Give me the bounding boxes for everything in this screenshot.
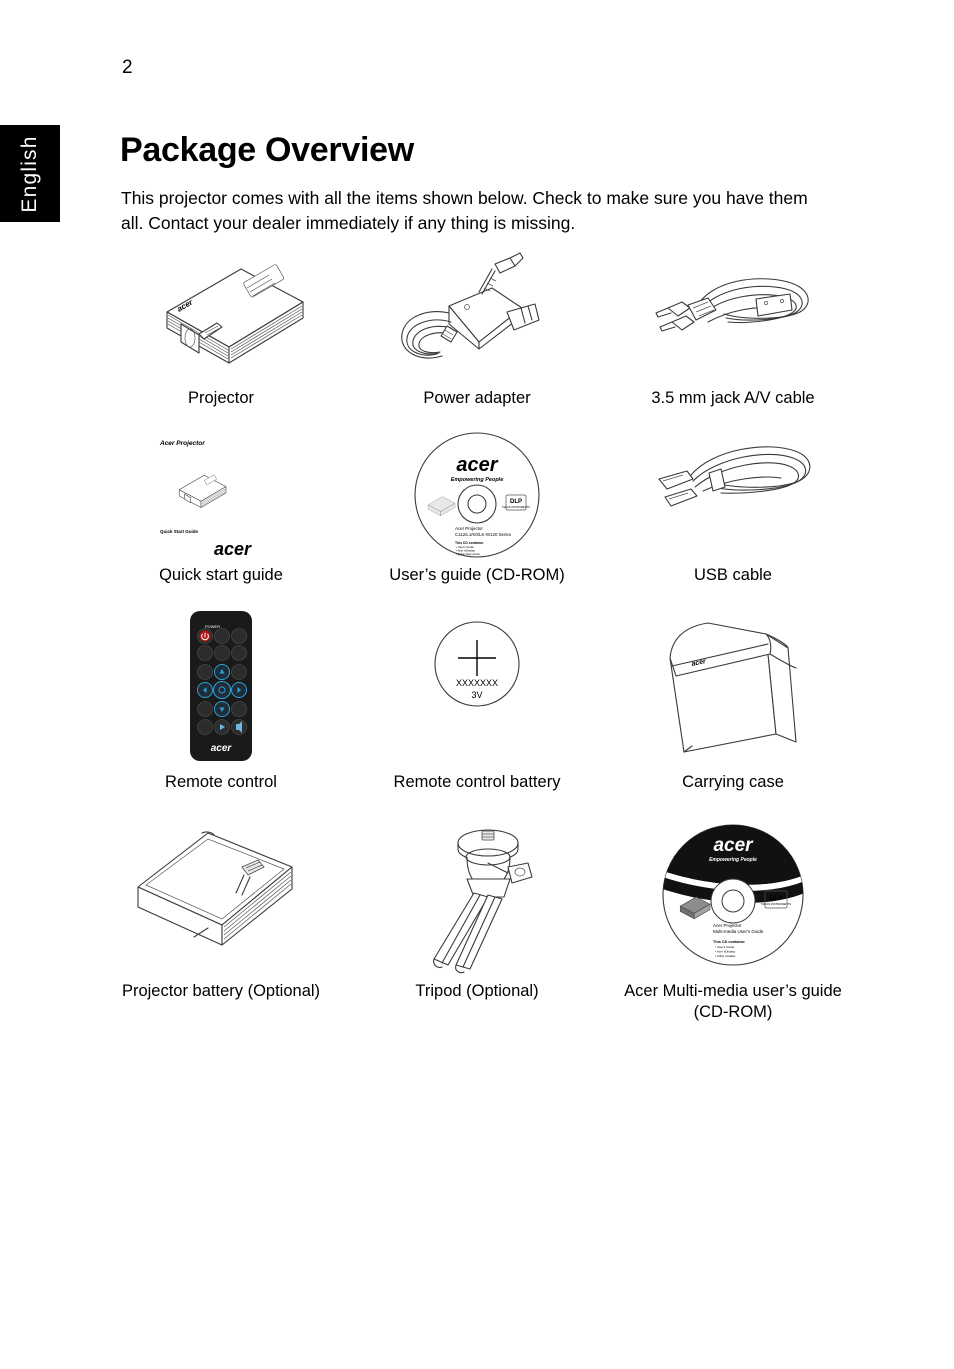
projector-battery-illustration — [116, 815, 326, 975]
item-caption: Tripod (Optional) — [415, 982, 539, 1000]
svg-text:DLP: DLP — [510, 499, 522, 505]
items-row: acer Projector Power adapter 3.5 mm jack… — [108, 250, 848, 409]
svg-text:Acer Projector: Acer Projector — [159, 440, 205, 447]
item-caption: Quick start guide — [159, 566, 283, 584]
item-caption: Power adapter — [423, 389, 531, 407]
package-item-usb-cable: USB cable — [620, 431, 846, 586]
power-adapter-illustration — [387, 250, 567, 382]
package-item-multimedia-cd: acer Empowering People DLP TEXAS INSTRUM… — [620, 815, 846, 1023]
item-caption: Acer Multi-media user’s guide (CD-ROM) — [624, 982, 842, 1021]
item-caption: 3.5 mm jack A/V cable — [651, 389, 815, 407]
package-item-tripod: Tripod (Optional) — [364, 815, 590, 1023]
svg-text:acer: acer — [456, 454, 498, 476]
items-row: POWER acer Remote control XXXXXXX 3V Rem… — [108, 606, 848, 793]
item-caption: Remote control — [165, 773, 277, 791]
svg-text:C112/L1/K0/LK-W120 Series: C112/L1/K0/LK-W120 Series — [455, 532, 512, 537]
svg-text:TEXAS INSTRUMENTS: TEXAS INSTRUMENTS — [502, 505, 530, 509]
svg-text:acer: acer — [211, 743, 233, 754]
coin-battery-illustration: XXXXXXX 3V — [422, 606, 532, 766]
package-item-power-adapter: Power adapter — [364, 250, 590, 409]
svg-text:Empowering People: Empowering People — [709, 857, 757, 863]
svg-text:Quick Start Guide: Quick Start Guide — [160, 529, 199, 534]
svg-text:Multi-media User's Guide: Multi-media User's Guide — [713, 929, 764, 934]
av-cable-illustration — [638, 250, 828, 382]
svg-text:Empowering People: Empowering People — [451, 477, 504, 483]
svg-text:• Acer eDisplay: • Acer eDisplay — [715, 950, 736, 954]
svg-text:• User's Guide: • User's Guide — [715, 945, 734, 949]
items-row: Projector battery (Optional) Tripod (Opt… — [108, 815, 848, 1023]
package-item-remote-battery: XXXXXXX 3V Remote control battery — [364, 606, 590, 793]
package-items-grid: acer Projector Power adapter 3.5 mm jack… — [108, 250, 848, 1023]
items-row: Acer Projector Quick Start Guide acer Qu… — [108, 431, 848, 586]
package-item-carrying-case: acer Carrying case — [620, 606, 846, 793]
svg-text:POWER: POWER — [205, 624, 220, 629]
package-item-av-cable: 3.5 mm jack A/V cable — [620, 250, 846, 409]
intro-paragraph: This projector comes with all the items … — [121, 187, 808, 233]
language-tab: English — [0, 125, 60, 222]
package-item-quick-start-guide: Acer Projector Quick Start Guide acer Qu… — [108, 431, 334, 586]
cd-rom-illustration: acer Empowering People DLP TEXAS INSTRUM… — [411, 431, 543, 559]
carrying-case-illustration: acer — [648, 606, 818, 766]
svg-text:XXXXXXX: XXXXXXX — [456, 678, 498, 688]
svg-text:DLP: DLP — [770, 895, 784, 902]
package-item-remote-control: POWER acer Remote control — [108, 606, 334, 793]
page-title: Package Overview — [120, 130, 414, 169]
package-item-projector: acer Projector — [108, 250, 334, 409]
item-caption: USB cable — [694, 566, 772, 584]
item-caption: Carrying case — [682, 773, 784, 791]
svg-text:TEXAS INSTRUMENTS: TEXAS INSTRUMENTS — [761, 902, 791, 906]
item-caption: Projector — [187, 389, 255, 407]
svg-text:• Quick Start Guide: • Quick Start Guide — [456, 552, 480, 556]
item-caption: User’s guide (CD-ROM) — [389, 566, 565, 584]
svg-text:3V: 3V — [471, 690, 482, 700]
tripod-illustration — [412, 815, 542, 975]
item-caption: Projector battery (Optional) — [121, 982, 321, 1000]
svg-text:Acer Projector: Acer Projector — [455, 526, 483, 531]
package-item-users-guide-cd: acer Empowering People DLP TEXAS INSTRUM… — [364, 431, 590, 586]
svg-text:• Utility Installer: • Utility Installer — [715, 954, 736, 958]
page-number: 2 — [122, 57, 133, 78]
item-caption: Remote control battery — [393, 773, 561, 791]
remote-control-illustration: POWER acer — [173, 606, 269, 766]
svg-text:Acer Projector: Acer Projector — [713, 923, 742, 928]
svg-text:acer: acer — [214, 539, 252, 559]
projector-illustration: acer — [121, 250, 321, 382]
multimedia-cd-illustration: acer Empowering People DLP TEXAS INSTRUM… — [657, 815, 809, 975]
quick-start-guide-illustration: Acer Projector Quick Start Guide acer — [146, 431, 296, 559]
usb-cable-illustration — [643, 431, 823, 559]
language-tab-label: English — [18, 134, 41, 213]
package-item-projector-battery: Projector battery (Optional) — [108, 815, 334, 1023]
svg-text:acer: acer — [713, 835, 754, 856]
svg-text:This CD contains:: This CD contains: — [713, 940, 745, 944]
